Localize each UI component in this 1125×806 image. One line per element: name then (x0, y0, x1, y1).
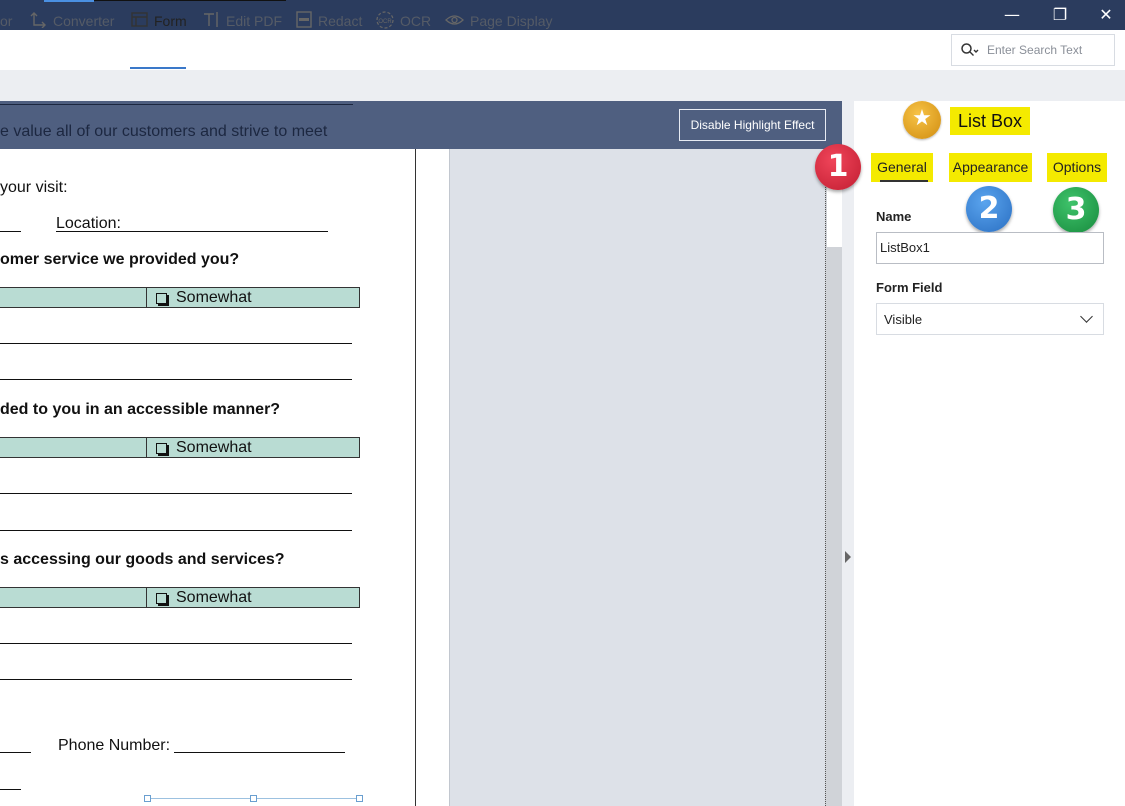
disable-highlight-button[interactable]: Disable Highlight Effect (679, 109, 826, 141)
active-tab-indicator (44, 0, 94, 2)
toolbar-converter-label: Converter (53, 13, 115, 29)
toolbar-page-display-label: Page Display (470, 13, 553, 29)
question-1: omer service we provided you? (0, 251, 240, 268)
name-line[interactable] (0, 752, 31, 753)
toolbar-ocr[interactable]: OCR OCR (376, 10, 431, 32)
location-line[interactable] (56, 231, 328, 232)
form-field-value: Visible (884, 312, 923, 327)
banner-text: e value all of our customers and strive … (0, 123, 328, 140)
vertical-scrollbar[interactable] (825, 149, 842, 806)
name-label: Name (876, 209, 912, 224)
comment-line[interactable] (0, 643, 352, 644)
tab-appearance[interactable]: Appearance (949, 153, 1032, 182)
active-tab-underline (880, 180, 928, 182)
comment-line[interactable] (0, 493, 352, 494)
resize-handle[interactable] (250, 795, 257, 802)
star-badge-icon: ★ (903, 101, 941, 139)
close-button[interactable]: ✕ (1094, 4, 1118, 26)
name-input[interactable]: ListBox1 (876, 232, 1104, 264)
visit-prompt: your visit: (0, 179, 68, 196)
checkbox-icon[interactable] (156, 292, 167, 304)
ocr-icon: OCR (376, 10, 394, 32)
panel-title: List Box (950, 107, 1030, 135)
toolbar-redact[interactable]: Redact (296, 10, 362, 32)
svg-text:OCR: OCR (378, 19, 392, 25)
toolbar-edit-pdf-label: Edit PDF (226, 13, 283, 29)
option-label: Somewhat (176, 589, 252, 606)
callout-1-badge: 1 (815, 144, 861, 190)
comment-line[interactable] (0, 343, 352, 344)
toolbar-form-underline (130, 67, 186, 69)
search-box[interactable]: Enter Search Text (951, 34, 1115, 66)
comment-line[interactable] (0, 379, 352, 380)
chevron-down-icon (1080, 310, 1093, 323)
option-label: Somewhat (176, 289, 252, 306)
answer-row-3[interactable]: Somewhat (0, 587, 360, 608)
answer-row-1[interactable]: Somewhat (0, 287, 360, 308)
workspace-background (449, 149, 825, 806)
secondary-toolbar-strip (0, 70, 1125, 101)
resize-handle[interactable] (144, 795, 151, 802)
callout-2-badge: 2 (966, 186, 1012, 232)
question-3: s accessing our goods and services? (0, 551, 285, 568)
collapse-arrow-icon[interactable] (845, 551, 851, 563)
toolbar-ocr-label: OCR (400, 13, 432, 29)
title-bar-line (94, 0, 286, 1)
question-2: ded to you in an accessible manner? (0, 401, 281, 418)
phone-line[interactable] (174, 752, 345, 753)
comment-line[interactable] (0, 679, 352, 680)
tab-general[interactable]: General (871, 153, 933, 182)
search-input[interactable]: Enter Search Text (987, 43, 1082, 57)
form-icon (131, 11, 148, 31)
email-line[interactable] (0, 789, 21, 790)
resize-handle[interactable] (356, 795, 363, 802)
edit-text-icon (202, 11, 220, 31)
form-field-select[interactable]: Visible (876, 303, 1104, 335)
redact-icon (296, 11, 312, 31)
answer-separator (146, 438, 147, 457)
toolbar-edit-pdf[interactable]: Edit PDF (202, 10, 282, 32)
toolbar-page-display[interactable]: Page Display (445, 10, 553, 32)
toolbar-form-label: Form (154, 13, 187, 29)
minimize-button[interactable]: — (1000, 4, 1024, 26)
converter-icon (30, 11, 47, 31)
option-label: Somewhat (176, 439, 252, 456)
form-field-label: Form Field (876, 280, 943, 295)
panel-splitter[interactable] (842, 101, 854, 806)
search-icon (961, 43, 979, 62)
answer-separator (146, 588, 147, 607)
checkbox-icon[interactable] (156, 592, 167, 604)
comment-line[interactable] (0, 530, 352, 531)
option-somewhat-1[interactable]: Somewhat (156, 289, 252, 307)
tab-options[interactable]: Options (1047, 153, 1107, 182)
toolbar-converter[interactable]: Converter (30, 10, 114, 32)
toolbar-editor-label: or (0, 13, 13, 29)
phone-label: Phone Number: (58, 737, 171, 754)
toolbar-editor[interactable]: or (0, 10, 12, 32)
option-somewhat-2[interactable]: Somewhat (156, 439, 252, 457)
option-somewhat-3[interactable]: Somewhat (156, 589, 252, 607)
banner-rule (0, 104, 353, 105)
answer-separator (146, 288, 147, 307)
callout-3-badge: 3 (1053, 187, 1099, 233)
pdf-page[interactable]: your visit: Location: omer service we pr… (0, 101, 416, 806)
date-line (0, 231, 21, 232)
answer-row-2[interactable]: Somewhat (0, 437, 360, 458)
restore-button[interactable]: ❐ (1048, 4, 1072, 26)
toolbar-form[interactable]: Form (131, 10, 187, 32)
eye-icon (445, 12, 464, 31)
toolbar-redact-label: Redact (318, 13, 363, 29)
checkbox-icon[interactable] (156, 442, 167, 454)
